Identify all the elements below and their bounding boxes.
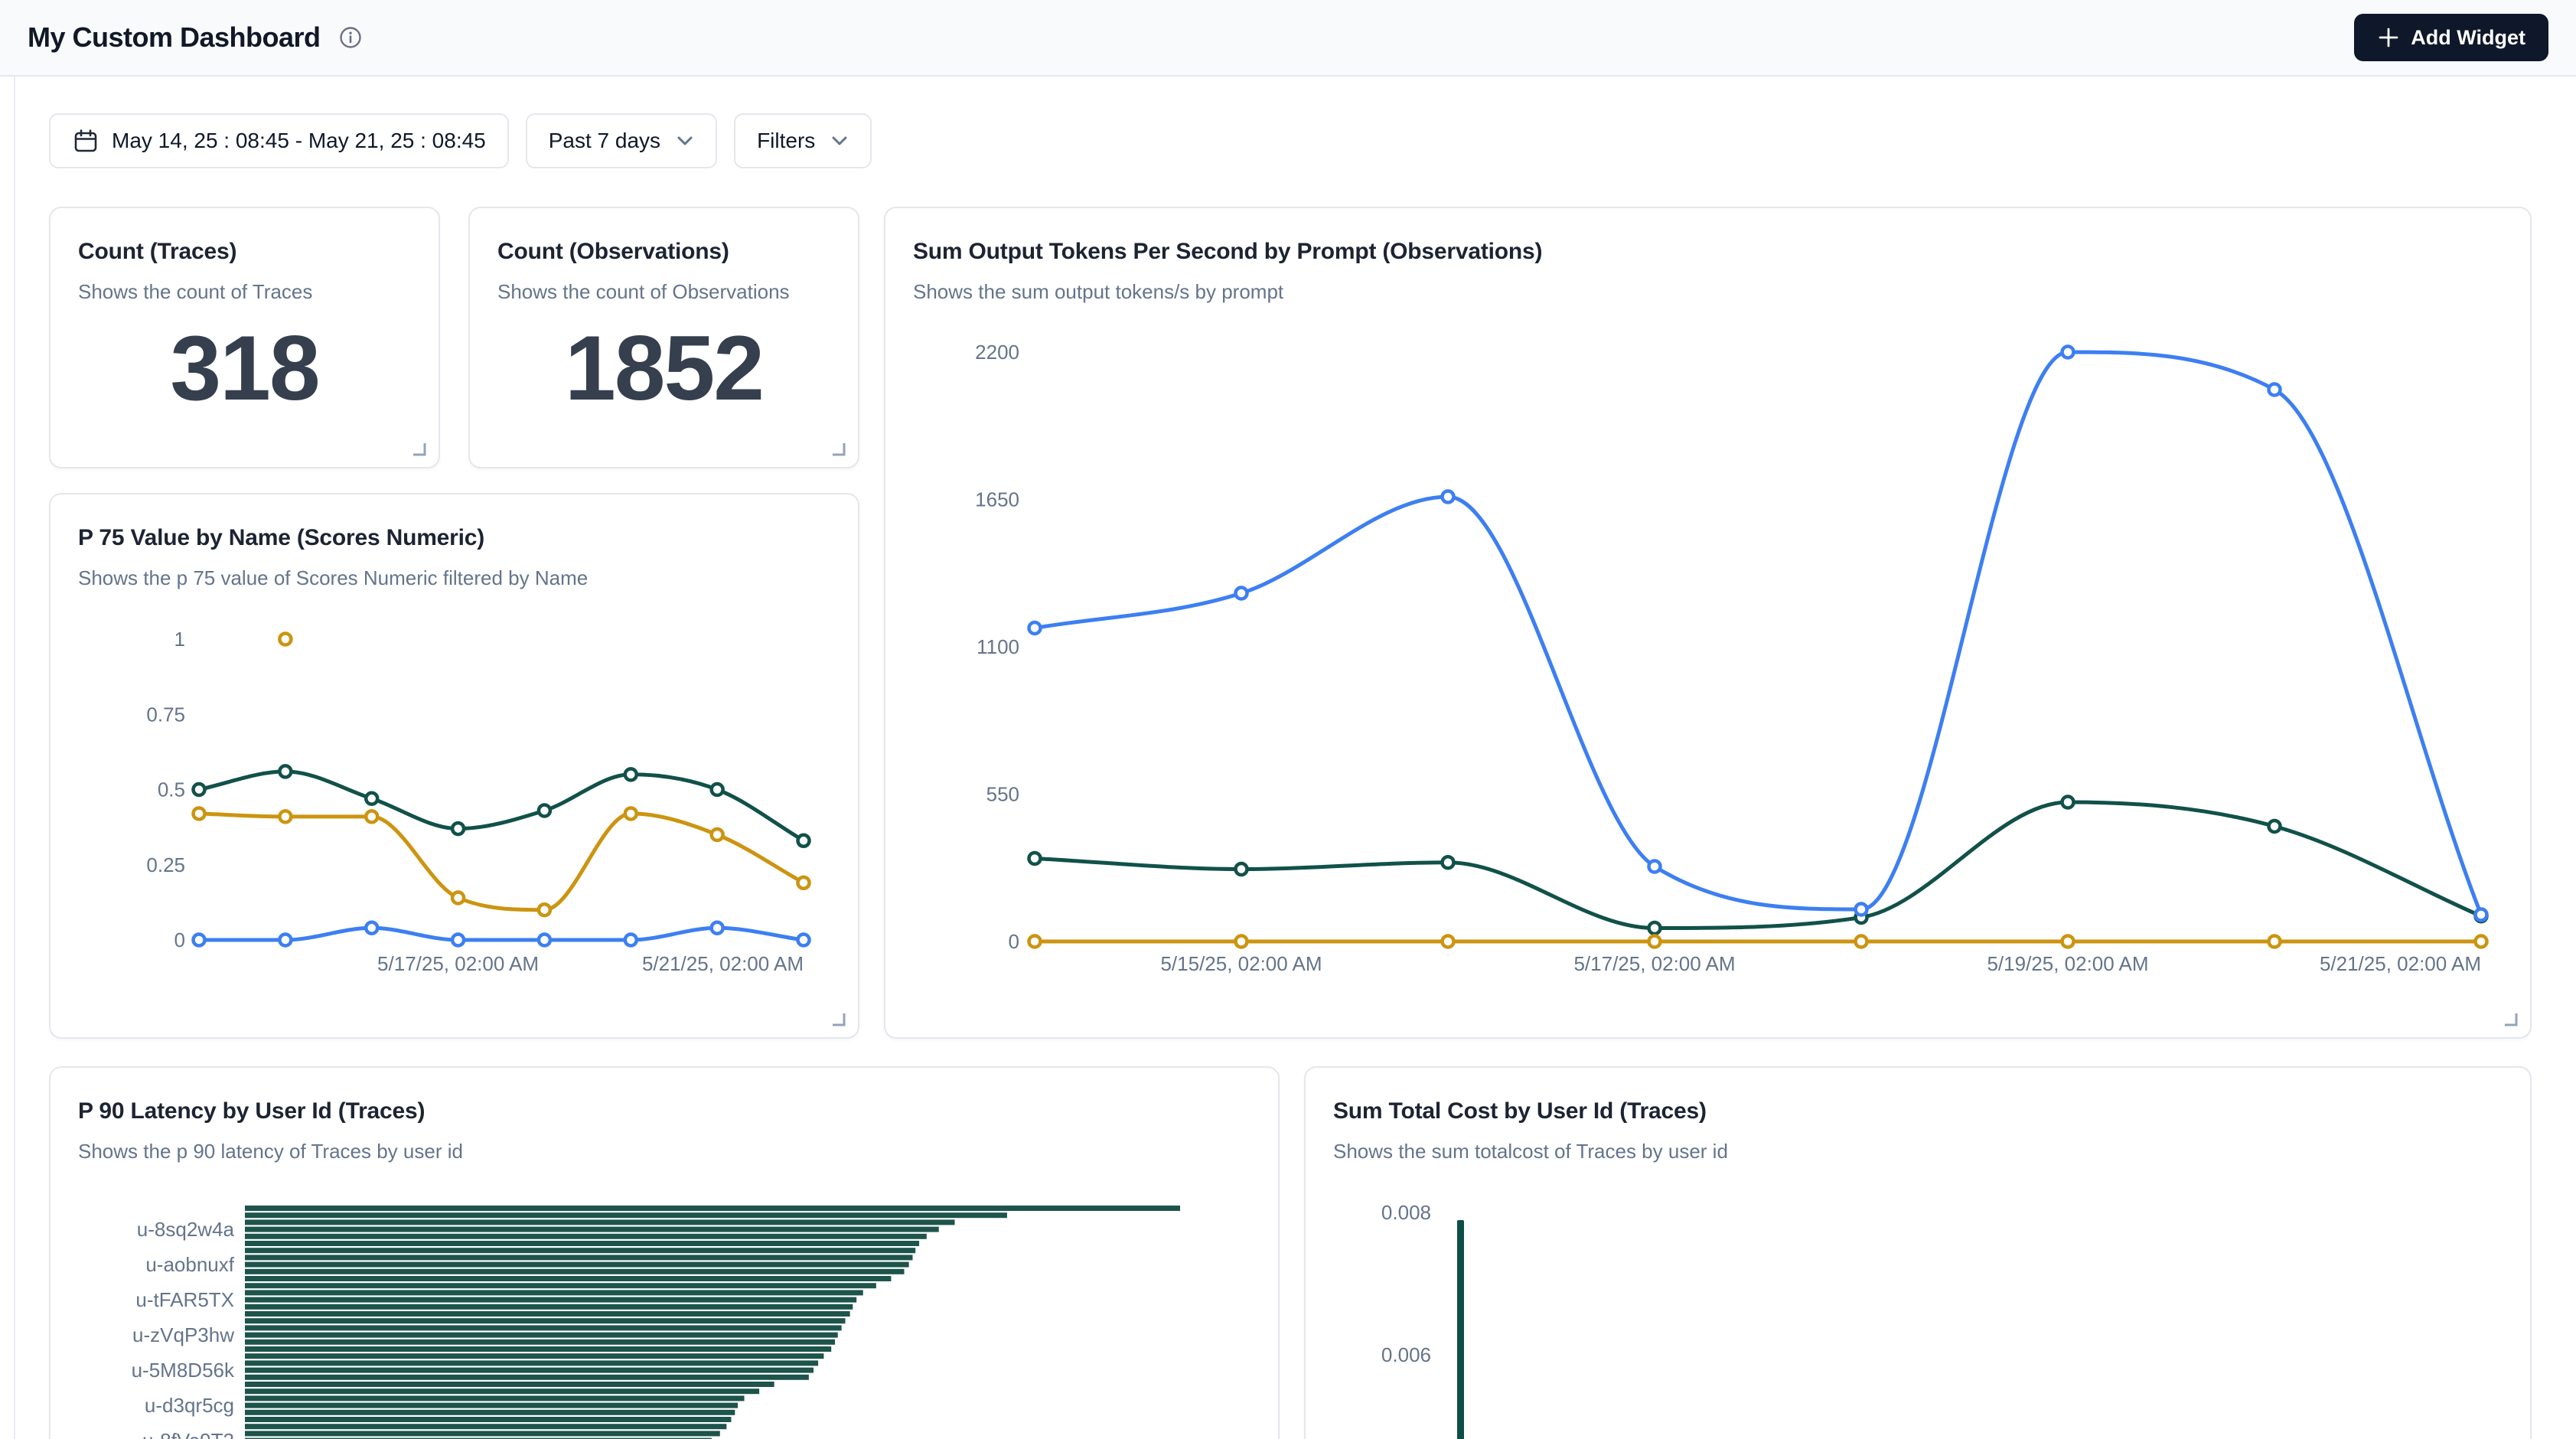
chevron-down-icon: [676, 135, 694, 147]
svg-text:0: 0: [1009, 930, 1019, 953]
widget-title: Count (Observations): [470, 208, 858, 265]
filters-dropdown[interactable]: Filters: [734, 113, 872, 168]
count-observations-value: 1852: [470, 322, 858, 414]
range-preset-dropdown[interactable]: Past 7 days: [526, 113, 717, 168]
widget-subtitle: Shows the count of Observations: [470, 265, 858, 304]
svg-text:1: 1: [174, 628, 185, 651]
plus-icon: [2377, 26, 2400, 49]
range-preset-value: Past 7 days: [549, 129, 660, 153]
date-range-value: May 14, 25 : 08:45 - May 21, 25 : 08:45: [112, 129, 486, 153]
svg-text:u-8sq2w4a: u-8sq2w4a: [137, 1218, 235, 1241]
widget-title: P 90 Latency by User Id (Traces): [51, 1068, 1278, 1124]
svg-text:0.006: 0.006: [1381, 1343, 1431, 1366]
svg-text:u-zVqP3hw: u-zVqP3hw: [132, 1323, 234, 1346]
resize-handle-icon[interactable]: [2503, 1011, 2519, 1028]
widget-sum-total-cost[interactable]: Sum Total Cost by User Id (Traces) Shows…: [1304, 1066, 2532, 1439]
svg-text:5/19/25, 02:00 AM: 5/19/25, 02:00 AM: [1987, 952, 2148, 975]
svg-text:1650: 1650: [975, 488, 1019, 511]
svg-text:0.25: 0.25: [146, 853, 185, 876]
p90-bar-chart[interactable]: u-8sq2w4a u-aobnuxf u-tFAR5TX u-zVqP3hw u-5M…: [51, 1198, 1280, 1439]
svg-text:5/17/25, 02:00 AM: 5/17/25, 02:00 AM: [1573, 952, 1735, 975]
svg-text:5/21/25, 02:00 AM: 5/21/25, 02:00 AM: [2320, 952, 2481, 975]
page-header: My Custom Dashboard Add Widget: [0, 0, 2576, 77]
svg-text:5/21/25, 02:00 AM: 5/21/25, 02:00 AM: [642, 952, 804, 975]
p75-line-chart[interactable]: 0 0.25 0.5 0.75 1 5/17/25, 02:00 AM 5/21/25, 0…: [81, 606, 830, 1023]
svg-text:550: 550: [986, 783, 1019, 806]
widget-p90-latency[interactable]: P 90 Latency by User Id (Traces) Shows t…: [49, 1066, 1280, 1439]
svg-text:1100: 1100: [977, 635, 1019, 658]
svg-text:u-aobnuxf: u-aobnuxf: [145, 1253, 234, 1276]
sidebar-edge-divider: [14, 77, 15, 1439]
calendar-icon: [72, 127, 99, 155]
widget-title: Count (Traces): [51, 208, 439, 265]
svg-text:u-d3qr5cg: u-d3qr5cg: [145, 1394, 234, 1417]
widget-subtitle: Shows the count of Traces: [51, 265, 439, 304]
page-title: My Custom Dashboard: [28, 21, 321, 54]
resize-handle-icon[interactable]: [830, 1011, 847, 1028]
toolbar: May 14, 25 : 08:45 - May 21, 25 : 08:45 …: [49, 113, 872, 168]
info-icon[interactable]: [339, 26, 362, 49]
widget-title: Sum Total Cost by User Id (Traces): [1306, 1068, 2530, 1124]
svg-text:0.5: 0.5: [158, 778, 185, 801]
filters-label: Filters: [757, 129, 815, 153]
widget-count-traces[interactable]: Count (Traces) Shows the count of Traces…: [49, 207, 440, 468]
widget-title: Sum Output Tokens Per Second by Prompt (…: [885, 208, 2530, 265]
svg-text:u-tFAR5TX: u-tFAR5TX: [135, 1288, 234, 1311]
add-widget-label: Add Widget: [2411, 26, 2525, 50]
svg-text:0: 0: [174, 928, 185, 951]
widget-subtitle: Shows the sum output tokens/s by prompt: [885, 265, 2530, 304]
svg-text:0.008: 0.008: [1381, 1201, 1431, 1224]
svg-text:5/17/25, 02:00 AM: 5/17/25, 02:00 AM: [377, 952, 539, 975]
add-widget-button[interactable]: Add Widget: [2354, 14, 2548, 61]
svg-text:2200: 2200: [975, 341, 1019, 364]
date-range-picker[interactable]: May 14, 25 : 08:45 - May 21, 25 : 08:45: [49, 113, 509, 168]
resize-handle-icon[interactable]: [830, 441, 847, 458]
dashboard-page: My Custom Dashboard Add Widget: [0, 0, 2576, 1439]
chevron-down-icon: [830, 135, 849, 147]
svg-text:u-8fVe9T3: u-8fVe9T3: [142, 1429, 234, 1439]
widget-title: P 75 Value by Name (Scores Numeric): [51, 494, 858, 551]
count-traces-value: 318: [51, 322, 439, 414]
svg-text:5/15/25, 02:00 AM: 5/15/25, 02:00 AM: [1160, 952, 1322, 975]
widget-count-observations[interactable]: Count (Observations) Shows the count of …: [468, 207, 859, 468]
tokens-line-chart[interactable]: 0 550 1100 1650 2200 5/15/25, 02:00 AM 5/17/25…: [916, 331, 2503, 1008]
cost-bar-chart[interactable]: 0.008 0.006: [1306, 1183, 2532, 1439]
svg-text:u-5M8D56k: u-5M8D56k: [132, 1359, 235, 1382]
widget-subtitle: Shows the sum totalcost of Traces by use…: [1306, 1124, 2530, 1163]
widget-tokens-per-second[interactable]: Sum Output Tokens Per Second by Prompt (…: [884, 207, 2532, 1039]
widget-subtitle: Shows the p 90 latency of Traces by user…: [51, 1124, 1278, 1163]
widget-subtitle: Shows the p 75 value of Scores Numeric f…: [51, 551, 858, 590]
resize-handle-icon[interactable]: [411, 441, 428, 458]
widget-p75-value[interactable]: P 75 Value by Name (Scores Numeric) Show…: [49, 493, 859, 1039]
svg-text:0.75: 0.75: [146, 703, 185, 726]
